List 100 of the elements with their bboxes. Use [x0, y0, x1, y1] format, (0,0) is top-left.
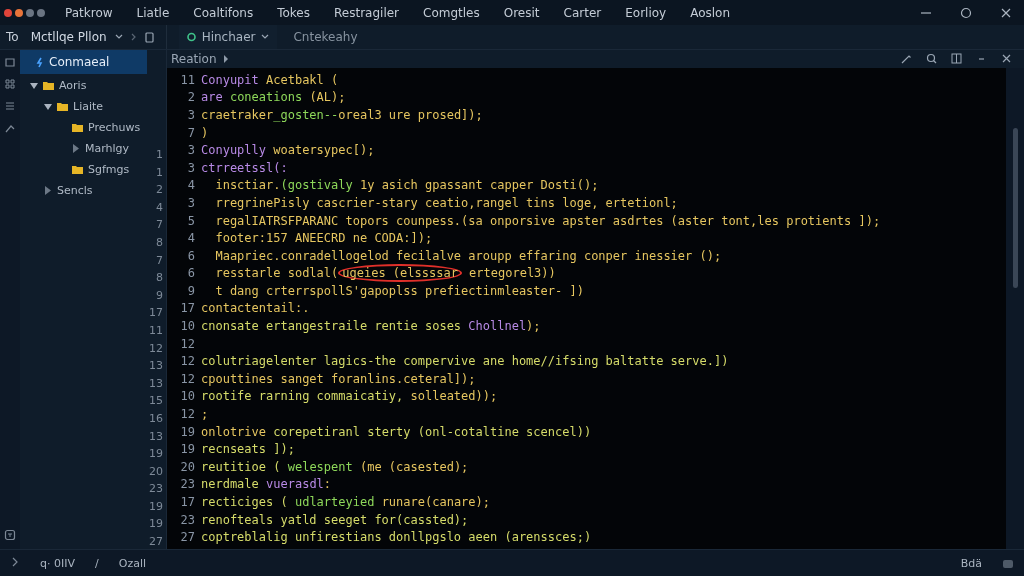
terminal-icon[interactable] [4, 529, 16, 541]
line-number: 9 [186, 283, 195, 298]
status-item[interactable]: Bdä [960, 556, 982, 570]
menu-item[interactable]: Tokes [277, 5, 310, 20]
expand-arrow-icon [72, 144, 80, 153]
line-number: 6 [186, 248, 195, 263]
line-number: 15 [149, 393, 163, 410]
code-line: nerdmale vuerasdl: [201, 477, 332, 492]
code-line: ; [201, 407, 209, 422]
code-line: footer:157 ANEECRD ne CODA:]); [214, 231, 433, 246]
line-number: 4 [186, 231, 195, 246]
line-number: 17 [179, 301, 195, 316]
maximize-icon[interactable] [960, 6, 972, 19]
menu-item[interactable]: Patkrow [65, 5, 113, 20]
code-line: resstarle sodlal( ugeies (elssssar ertegorel3)) [214, 266, 556, 281]
line-number: 17 [179, 495, 195, 509]
line-number: 19 [149, 446, 163, 463]
tree-item[interactable]: Sencls [20, 180, 147, 201]
search-icon[interactable] [926, 53, 937, 65]
close-icon[interactable] [1000, 6, 1012, 19]
code-line: renofteals yatld seeget for(cassted); [201, 512, 469, 527]
breadcrumb[interactable]: Reation [171, 52, 217, 66]
chevron-down-icon [114, 34, 123, 40]
line-number: 16 [149, 410, 163, 427]
scrollbar-thumb[interactable] [1012, 127, 1018, 288]
line-number: 6 [186, 266, 195, 281]
line-number: 11 [149, 322, 163, 339]
line-number: 2 [156, 182, 163, 199]
code-line: t dang crterrspollS'gapoplss prefiectinmleaster- ]) [214, 283, 584, 298]
status-item[interactable]: / [95, 556, 99, 570]
line-number: 27 [179, 530, 195, 545]
menu-item[interactable]: Coaltifons [193, 5, 254, 20]
code-line: recnseats ]); [201, 442, 295, 457]
code-line: ) [201, 125, 209, 140]
line-number: 11 [179, 72, 195, 87]
menu-item[interactable]: Aoslon [690, 5, 731, 20]
close-icon[interactable] [1001, 53, 1012, 65]
editor-tab[interactable]: Cntekeahy [285, 25, 366, 49]
chevron-down-icon [261, 34, 270, 40]
line-number: 12 [179, 371, 195, 386]
code-line: are coneations (AL); [201, 90, 346, 105]
code-line: regalIATRSFPARANC topors counpess.(sa onporsive apster asdrtes (aster tont,les protients ]); [214, 213, 881, 228]
menu-item[interactable]: Liatle [136, 5, 170, 20]
code-line: recticiges ( udlarteyied runare(canare); [201, 495, 490, 509]
line-number: 27 [149, 534, 163, 551]
tree-item[interactable]: Aoris [20, 75, 147, 96]
line-number: 23 [179, 512, 195, 527]
tree-item[interactable]: Prechuws [20, 117, 147, 138]
line-number: 4 [186, 178, 195, 193]
code-line: contactentail:. [201, 301, 310, 316]
code-line: Conyupit Acetbakl ( [201, 72, 339, 87]
code-editor[interactable] [167, 67, 1006, 549]
line-number: 19 [179, 424, 195, 439]
expand-arrow-icon [44, 102, 52, 111]
status-item[interactable]: q· 0IIV [40, 556, 75, 570]
split-icon[interactable] [951, 53, 962, 65]
menu-item[interactable]: Comgtles [423, 5, 480, 20]
menu-item[interactable]: Restragiler [334, 5, 400, 20]
status-item[interactable]: Ozall [118, 556, 146, 570]
line-number: 3 [186, 107, 195, 122]
line-number: 3 [186, 143, 195, 158]
code-line: reutitioe ( welespent (me (casested); [201, 459, 469, 474]
line-number: 1 [156, 147, 163, 163]
tree-item[interactable]: Marhlgy [20, 138, 147, 159]
window-controls-icon[interactable] [4, 8, 45, 17]
tree-item[interactable]: Sgfmgs [20, 159, 147, 180]
code-line: coptreblalig unfirestians donllpgslo aeen (arenssces;) [201, 530, 592, 545]
tree-item[interactable]: Conmaeal [20, 50, 147, 74]
menu-item[interactable]: Eorlioy [625, 5, 667, 20]
line-number: 13 [149, 358, 163, 375]
editor-tab[interactable]: Hinchaer [178, 25, 278, 49]
code-line: onlotrive corepetiranl sterty (onl-cotaltine scencel)) [201, 424, 592, 439]
line-number: 8 [156, 234, 163, 251]
expand-arrow-icon [44, 186, 52, 195]
tree-item[interactable]: Liaite [20, 96, 147, 117]
line-number: 19 [149, 516, 163, 533]
line-number: 5 [186, 213, 195, 228]
line-number: 20 [149, 463, 163, 480]
line-number: 13 [149, 428, 163, 445]
line-number: 7 [156, 217, 163, 234]
menu-item[interactable]: Carter [563, 5, 602, 20]
menu-item[interactable]: Oresit [503, 5, 540, 20]
folder-icon [43, 81, 54, 90]
code-line: rregrinePisly cascrier-stary ceatio,rangel tins loge, ertetionl; [214, 195, 678, 210]
grid-icon[interactable] [4, 78, 16, 90]
code-line: rootife rarning commaicatiy, solleated)); [201, 389, 498, 404]
line-number: 12 [179, 407, 195, 422]
code-line: Maapriec.conradellogelod fecilalve aroupp effaring conper inessier (); [214, 248, 722, 263]
line-number: 1 [156, 164, 163, 181]
line-number: 3 [186, 195, 195, 210]
line-number: 3 [186, 160, 195, 175]
project-dropdown[interactable]: Mctllqe Pllon [30, 30, 107, 44]
line-number: 7 [156, 252, 163, 269]
code-line: ctrreetssl(: [201, 160, 288, 175]
line-number: 19 [149, 498, 163, 515]
folder-icon [57, 102, 68, 111]
chevron-right-icon [130, 33, 137, 41]
pen-icon[interactable] [901, 53, 912, 65]
bolt-icon [36, 56, 44, 68]
line-number: 17 [149, 305, 163, 322]
